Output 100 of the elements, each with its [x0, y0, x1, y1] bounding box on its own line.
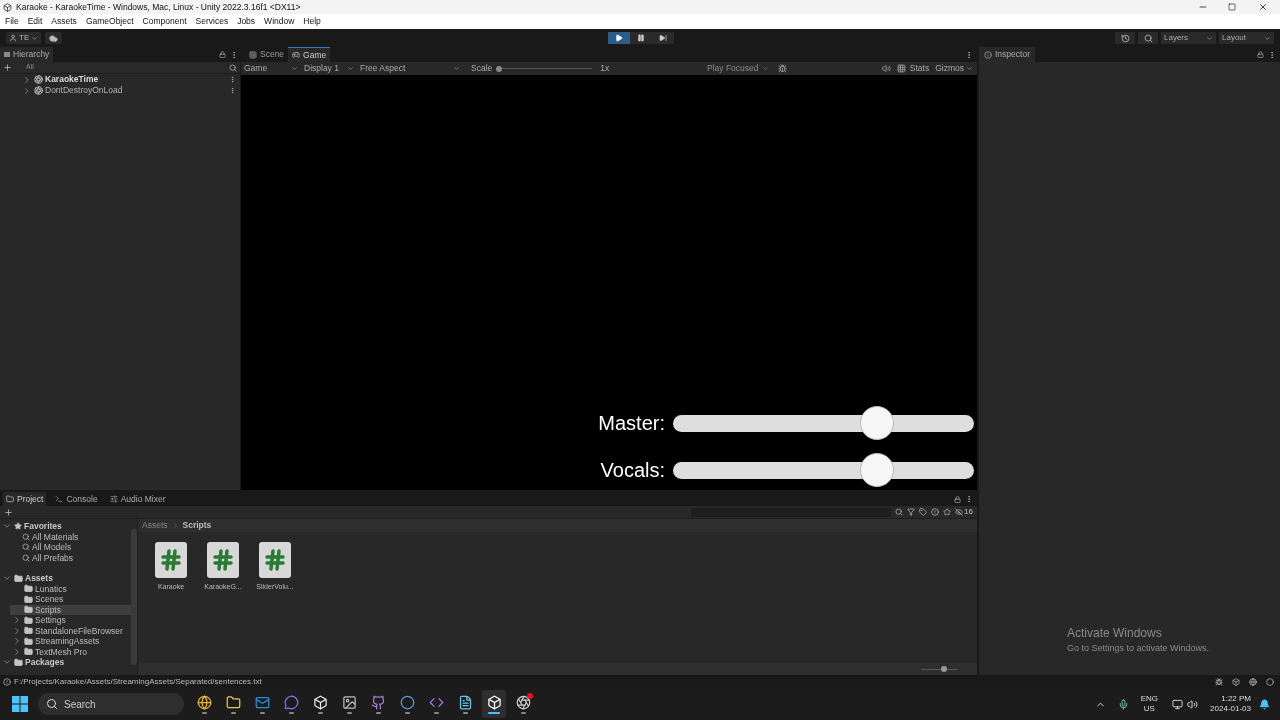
volume-slider[interactable] [673, 453, 974, 487]
scene-search-icon[interactable] [229, 63, 237, 72]
panel-tab[interactable]: Console [52, 492, 101, 506]
pause-button[interactable] [630, 32, 652, 44]
more-icon[interactable] [230, 50, 238, 59]
lock-icon[interactable] [219, 51, 226, 58]
menu-item[interactable]: Window [264, 15, 295, 28]
search-button[interactable] [1138, 32, 1158, 44]
mode-dropdown[interactable]: Game [241, 62, 301, 75]
menu-item[interactable]: File [5, 15, 19, 28]
audio-icon[interactable] [881, 64, 891, 73]
aperture-icon [515, 694, 531, 710]
volume-icon[interactable] [1187, 698, 1199, 710]
start-icon[interactable] [12, 696, 28, 712]
network-icon[interactable] [1249, 677, 1257, 686]
caret-icon [1264, 34, 1271, 42]
panel-tab[interactable]: Audio Mixer [106, 492, 169, 506]
user-icon [9, 34, 17, 42]
folder-row[interactable]: Assets [0, 573, 131, 584]
account-button[interactable]: TE [6, 32, 42, 44]
display-dropdown[interactable]: Display 1 [301, 62, 357, 75]
menu-item[interactable]: Help [303, 15, 321, 28]
image-icon [341, 694, 357, 710]
aspect-dropdown[interactable]: Free Aspect [357, 62, 463, 75]
folder-row[interactable]: Packages [0, 657, 131, 668]
filter-icon[interactable] [907, 508, 916, 516]
bug-icon[interactable] [778, 64, 788, 73]
network-icon[interactable] [1172, 698, 1184, 710]
hidden-icon[interactable] [955, 508, 964, 516]
script-file-icon[interactable] [259, 542, 291, 578]
cache-icon[interactable] [1232, 677, 1240, 686]
favorite-item[interactable]: All Prefabs [32, 553, 74, 562]
more-icon[interactable] [965, 495, 973, 503]
folder-row[interactable]: Scripts [10, 604, 131, 615]
menu-item[interactable]: Assets [51, 15, 77, 28]
microphone-icon[interactable] [1117, 698, 1129, 710]
menu-item[interactable]: GameObject [85, 15, 134, 28]
info-icon [3, 677, 11, 686]
more-icon[interactable] [1268, 50, 1276, 59]
cloud-button[interactable] [45, 32, 63, 44]
hierarchy-item[interactable]: DontDestroyOnLoad [45, 86, 123, 95]
view-tab[interactable]: Game [288, 47, 331, 62]
taskbar-app[interactable] [482, 690, 506, 718]
favorite-item[interactable]: All Models [32, 543, 72, 552]
star-icon[interactable] [943, 508, 952, 516]
scene-icon [34, 86, 43, 95]
language-indicator[interactable]: ENG US [1140, 694, 1159, 714]
mail-icon [254, 694, 270, 710]
breadcrumb-item[interactable]: Scripts [182, 519, 212, 532]
script-file-icon[interactable] [155, 542, 187, 578]
menu-item[interactable]: Component [142, 15, 187, 28]
play-button[interactable] [608, 32, 630, 44]
gizmos-button[interactable]: Gizmos [935, 62, 973, 75]
search-type-icon[interactable] [895, 508, 904, 516]
folder-row[interactable]: Settings [10, 615, 131, 626]
add-icon[interactable] [3, 63, 12, 72]
history-button[interactable] [1115, 32, 1135, 44]
scale-slider[interactable] [496, 65, 593, 72]
favorite-item[interactable]: All Materials [32, 532, 79, 541]
play-focused-dropdown[interactable]: Play Focused [704, 62, 773, 75]
folder-row[interactable]: Scenes [10, 594, 131, 605]
volume-slider[interactable] [673, 406, 974, 440]
clock[interactable]: 1:22 PM 2024-01-03 [1210, 694, 1251, 714]
panel-tab[interactable]: Project [3, 492, 47, 506]
cloud-icon [49, 33, 59, 43]
hash-icon [159, 548, 183, 572]
folder-row[interactable]: TextMesh Pro [10, 646, 131, 657]
caret-icon [1206, 34, 1213, 42]
warning-icon[interactable] [931, 508, 940, 516]
maximize-icon[interactable] [1228, 3, 1236, 11]
scrollbar[interactable] [131, 529, 137, 665]
stats-button[interactable]: Stats [909, 62, 930, 75]
grid-icon[interactable] [896, 64, 906, 73]
notification-icon[interactable] [1259, 698, 1270, 710]
add-icon[interactable] [4, 507, 13, 517]
hierarchy-item[interactable]: KaraokeTime [45, 75, 99, 84]
folder-row[interactable]: StandaloneFileBrowser [10, 625, 131, 636]
layers-dropdown[interactable]: Layers [1161, 32, 1216, 44]
hierarchy-tab[interactable]: Hierarchy [0, 47, 54, 62]
menu-item[interactable]: Edit [27, 15, 43, 28]
step-button[interactable] [652, 32, 674, 44]
folder-label: Assets [25, 574, 53, 583]
layout-dropdown[interactable]: Layout [1219, 32, 1274, 44]
more-icon[interactable] [965, 50, 973, 59]
menu-item[interactable]: Services [195, 15, 229, 28]
debug-icon[interactable] [1215, 677, 1223, 686]
lock-icon[interactable] [1257, 51, 1264, 58]
lock-icon[interactable] [954, 495, 961, 503]
tag-icon[interactable] [919, 508, 928, 516]
view-tab[interactable]: Scene [245, 47, 289, 62]
menu-item[interactable]: Jobs [237, 15, 256, 28]
script-file-icon[interactable] [207, 542, 239, 578]
scene-icon [34, 75, 43, 84]
status-check-icon[interactable] [1266, 677, 1274, 686]
taskbar-search-field[interactable]: Search [38, 693, 184, 715]
folder-row[interactable]: StreamingAssets [10, 636, 131, 647]
breadcrumb-item[interactable]: Assets [142, 519, 168, 532]
folder-row[interactable]: Lunatics [10, 583, 131, 594]
inspector-tab[interactable]: Inspector [979, 47, 1035, 62]
close-icon[interactable] [1258, 2, 1268, 12]
